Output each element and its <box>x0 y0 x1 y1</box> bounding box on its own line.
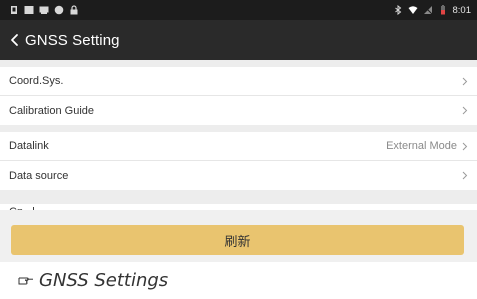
app-bar: GNSS Setting <box>0 20 477 60</box>
figure-caption: GNSS Settings <box>18 268 168 292</box>
caption-text: GNSS Settings <box>39 269 169 291</box>
status-bar-left-icons <box>9 5 79 15</box>
status-bar-right-icons: 8:01 <box>393 4 472 16</box>
chevron-right-icon <box>462 142 468 150</box>
battery-icon <box>440 5 445 15</box>
page: 8:01 GNSS Setting Coord.Sys. Calibration… <box>0 0 477 299</box>
phone-screen: 8:01 GNSS Setting Coord.Sys. Calibration… <box>0 0 477 262</box>
calibration-guide-row[interactable]: Calibration Guide <box>0 96 477 125</box>
datalink-row[interactable]: Datalink External Mode <box>0 132 477 161</box>
pointing-hand-icon <box>18 277 33 285</box>
chevron-left-icon <box>11 34 18 46</box>
notification-icon <box>11 6 17 14</box>
status-bar: 8:01 <box>0 0 477 20</box>
bluetooth-icon <box>394 5 401 15</box>
back-button[interactable]: GNSS Setting <box>0 20 120 60</box>
row-label: Datalink <box>9 140 49 152</box>
bottom-action-panel: 刷新 <box>0 210 477 262</box>
chevron-right-icon <box>462 77 468 85</box>
refresh-button[interactable]: 刷新 <box>11 225 464 255</box>
circle-app-icon <box>54 5 64 15</box>
data-source-row[interactable]: Data source <box>0 161 477 190</box>
row-label: Calibration Guide <box>9 104 94 117</box>
coord-sys-row[interactable]: Coord.Sys. <box>0 67 477 96</box>
status-time: 8:01 <box>452 4 472 16</box>
image-icon <box>24 6 34 14</box>
datalink-value: External Mode <box>386 140 457 152</box>
wifi-icon <box>408 6 417 14</box>
page-title: GNSS Setting <box>25 31 120 49</box>
row-label: Data source <box>9 169 69 182</box>
settings-group-data: Datalink External Mode Data source <box>0 132 477 190</box>
settings-group-coordinates: Coord.Sys. Calibration Guide <box>0 67 477 125</box>
no-sim-icon <box>423 6 432 15</box>
message-icon <box>39 6 49 14</box>
lock-icon <box>70 5 78 15</box>
settings-list: Coord.Sys. Calibration Guide Datalink Ex… <box>0 60 477 262</box>
row-label: Coord.Sys. <box>9 75 64 87</box>
chevron-right-icon <box>462 171 468 180</box>
chevron-right-icon <box>462 106 468 115</box>
